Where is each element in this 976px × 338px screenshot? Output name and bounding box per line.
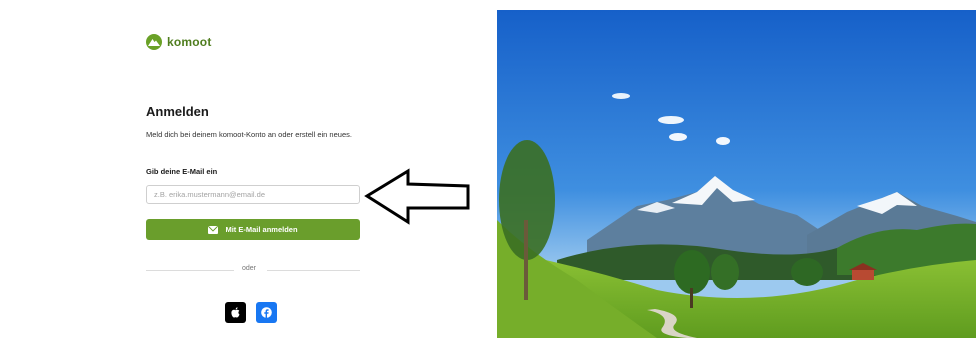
- login-description: Meld dich bei deinem komoot-Konto an ode…: [146, 130, 352, 139]
- apple-login-button[interactable]: [225, 302, 246, 323]
- komoot-logo[interactable]: komoot: [146, 34, 212, 50]
- divider-text: oder: [242, 265, 257, 272]
- divider-line-left: [146, 270, 234, 271]
- mountain-landscape-image: [497, 10, 976, 338]
- apple-icon: [231, 307, 240, 318]
- facebook-icon: [261, 307, 272, 318]
- email-login-button[interactable]: Mit E-Mail anmelden: [146, 219, 360, 240]
- facebook-login-button[interactable]: [256, 302, 277, 323]
- email-field-label: Gib deine E-Mail ein: [146, 167, 218, 176]
- email-field[interactable]: [146, 185, 360, 204]
- komoot-logo-icon: [146, 34, 162, 50]
- arrow-left-icon: [364, 168, 470, 225]
- divider-line-right: [267, 270, 360, 271]
- mail-icon: [208, 225, 219, 234]
- komoot-wordmark: komoot: [167, 35, 212, 49]
- email-login-button-label: Mit E-Mail anmelden: [225, 225, 298, 234]
- page-title: Anmelden: [146, 104, 209, 119]
